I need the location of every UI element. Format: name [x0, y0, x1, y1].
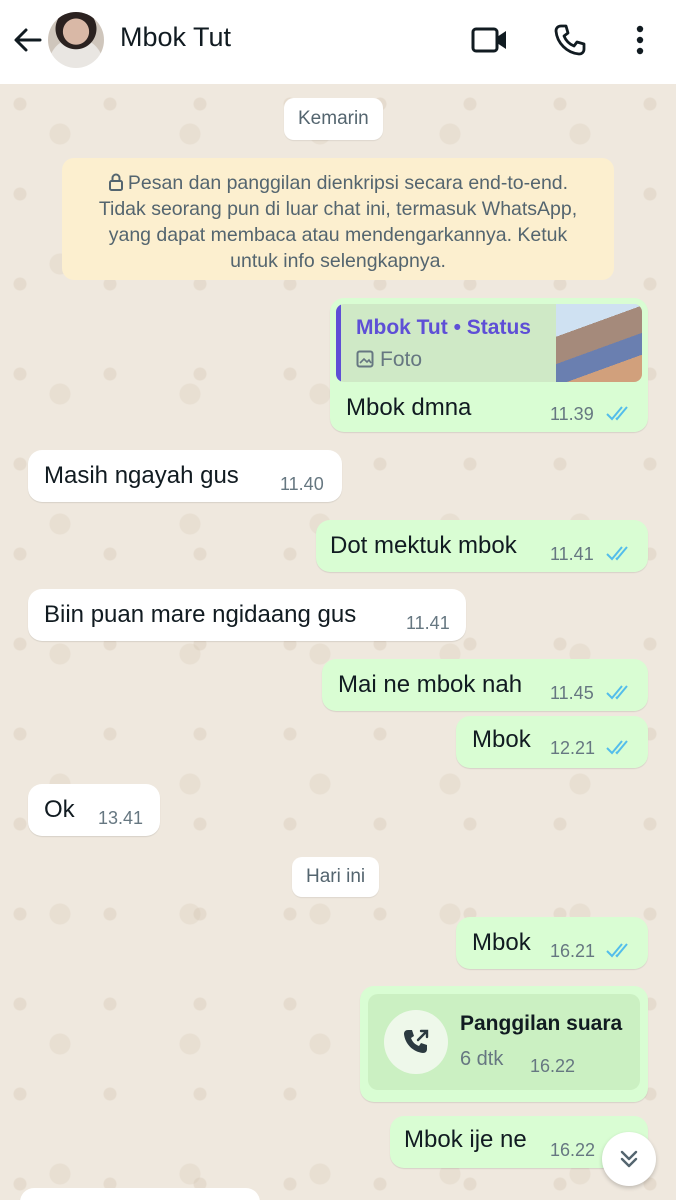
- call-duration: 6 dtk: [460, 1048, 504, 1070]
- message-bubble-incoming-partial[interactable]: [20, 1188, 260, 1200]
- quoted-status-reply[interactable]: Mbok Tut • Status Foto: [336, 304, 642, 382]
- encryption-text-1: Pesan dan panggilan dienkripsi secara en…: [127, 172, 569, 194]
- message-time: 11.41: [550, 544, 594, 564]
- voice-call-icon: [554, 24, 586, 56]
- double-chevron-down-icon: [620, 1150, 638, 1168]
- reply-sub-text: Foto: [380, 348, 423, 371]
- message-time: 16.21: [550, 941, 596, 961]
- status-thumbnail: [556, 304, 642, 382]
- message-bubble-outgoing[interactable]: Mbok 16.21: [456, 917, 648, 969]
- lock-icon: [108, 173, 123, 191]
- message-bubble-incoming[interactable]: Masih ngayah gus 11.40: [28, 450, 342, 502]
- message-bubble-outgoing[interactable]: Dot mektuk mbok 11.41: [316, 520, 648, 572]
- call-icon-circle: [384, 1010, 448, 1074]
- message-text: Mbok: [472, 726, 531, 753]
- message-text: Mbok dmna: [346, 394, 472, 421]
- message-time: 16.22: [530, 1056, 576, 1076]
- message-time: 11.41: [406, 613, 450, 633]
- encryption-notice[interactable]: Pesan dan panggilan dienkripsi secara en…: [62, 158, 614, 280]
- message-time: 11.45: [550, 683, 594, 703]
- encryption-notice-line-1: Pesan dan panggilan dienkripsi secara en…: [76, 170, 600, 196]
- message-time: 16.22: [550, 1140, 596, 1160]
- read-ticks-icon: [606, 685, 628, 700]
- message-time: 13.41: [98, 808, 144, 828]
- message-text: Mai ne mbok nah: [338, 671, 523, 698]
- message-text: Ok: [44, 796, 75, 823]
- more-options-icon: [636, 25, 644, 55]
- message-bubble-outgoing[interactable]: Mbok Tut • Status Foto Mbok dmna 11.39: [330, 298, 648, 432]
- message-text: Biin puan mare ngidaang gus: [44, 601, 357, 628]
- contact-name[interactable]: Mbok Tut: [120, 22, 231, 53]
- read-ticks-icon: [606, 943, 628, 958]
- reply-sender: Mbok Tut • Status: [356, 316, 531, 339]
- video-call-button[interactable]: [470, 20, 510, 60]
- call-log-bubble[interactable]: Panggilan suara 6 dtk 16.22: [360, 986, 648, 1102]
- video-call-icon: [471, 27, 506, 53]
- message-bubble-incoming[interactable]: Ok 13.41: [28, 784, 160, 836]
- back-button[interactable]: [10, 22, 44, 58]
- read-ticks-icon: [606, 740, 628, 755]
- scroll-to-bottom-button[interactable]: [602, 1132, 656, 1186]
- message-bubble-incoming[interactable]: Biin puan mare ngidaang gus 11.41: [28, 589, 466, 641]
- message-text: Masih ngayah gus: [44, 462, 239, 489]
- date-chip-yesterday: Kemarin: [284, 98, 383, 140]
- message-bubble-outgoing[interactable]: Mai ne mbok nah 11.45: [322, 659, 648, 711]
- reply-accent-bar: [336, 304, 341, 382]
- back-arrow-icon: [14, 28, 42, 52]
- encryption-text-2: Tidak seorang pun di luar chat ini, term…: [98, 198, 578, 220]
- reply-media-label: Foto: [356, 348, 422, 372]
- chat-area[interactable]: Kemarin Pesan dan panggilan dienkripsi s…: [0, 84, 676, 1200]
- image-icon: [356, 350, 374, 368]
- read-ticks-icon: [606, 406, 628, 421]
- message-time: 12.21: [550, 738, 596, 758]
- read-ticks-icon: [606, 546, 628, 561]
- message-text: Mbok: [472, 929, 531, 956]
- encryption-text-4: untuk info selengkapnya.: [230, 250, 446, 272]
- message-text: Mbok ije ne: [404, 1126, 527, 1153]
- message-time: 11.40: [280, 474, 324, 494]
- message-text: Dot mektuk mbok: [330, 532, 517, 559]
- message-bubble-outgoing[interactable]: Mbok 12.21: [456, 716, 648, 768]
- more-options-button[interactable]: [620, 20, 660, 60]
- voice-call-button[interactable]: [550, 20, 590, 60]
- voice-call-card[interactable]: Panggilan suara 6 dtk 16.22: [368, 994, 640, 1090]
- chat-header: Mbok Tut: [0, 0, 676, 84]
- date-chip-today: Hari ini: [292, 857, 380, 897]
- avatar[interactable]: [48, 12, 104, 68]
- encryption-text-3: yang dapat membaca atau mendengarkannya.…: [108, 224, 568, 246]
- call-title: Panggilan suara: [460, 1012, 623, 1035]
- message-time: 11.39: [550, 404, 594, 424]
- outgoing-call-icon: [404, 1029, 429, 1053]
